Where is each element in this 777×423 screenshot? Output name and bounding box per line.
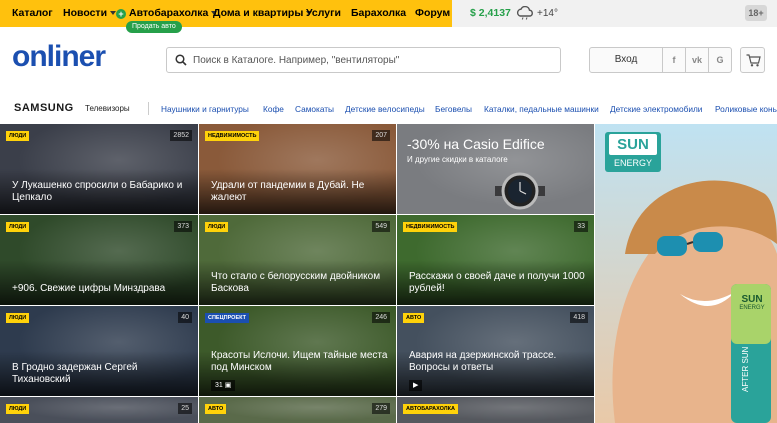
facebook-icon[interactable]: f [663, 47, 686, 73]
news-tile[interactable]: Недвижимость 207 Удрали от пандемии в Ду… [199, 124, 396, 214]
tile-tag[interactable]: Люди [6, 313, 30, 323]
pack-brand: SUN [741, 294, 763, 305]
comment-count: 279 [372, 403, 390, 414]
nav-forum[interactable]: Форум [415, 0, 450, 27]
tile-title[interactable]: Авария на дзержинской трассе. Вопросы и … [409, 350, 586, 374]
nav-autobaraholka-label: Автобарахолка [129, 7, 209, 19]
product-label: SUN ENERGY [736, 294, 768, 311]
nav-services[interactable]: Услуги [306, 0, 341, 27]
tile-tag[interactable]: Спецпроект [205, 313, 249, 323]
cloud-rain-icon[interactable] [516, 6, 535, 20]
tile-photo [199, 397, 396, 423]
nav-realty-label: Дома и квартиры [213, 7, 304, 19]
photo-count-badge: 31 ▣ [211, 380, 236, 391]
tile-tag[interactable]: Люди [6, 404, 30, 414]
news-tile[interactable]: Люди 25 [0, 397, 198, 423]
photo-count: 31 [215, 382, 223, 389]
tile-tag[interactable]: Авто [403, 313, 425, 323]
tile-tag[interactable]: Авто [205, 404, 227, 414]
tile-tag[interactable]: Недвижимость [403, 222, 458, 232]
login-button[interactable]: Вход [589, 47, 663, 73]
plus-icon: + [116, 9, 126, 19]
tile-title[interactable]: Красоты Ислочи. Ищем тайные места под Ми… [211, 350, 388, 374]
promo-subtitle: И другие скидки в каталоге [407, 155, 508, 164]
tile-tag[interactable]: Недвижимость [205, 131, 260, 141]
news-tile[interactable]: Недвижимость 33 Расскажи о своей даче и … [397, 215, 594, 305]
tile-title[interactable]: Удрали от пандемии в Дубай. Не жалеют [211, 180, 388, 204]
ad-brand-sub: ENERGY [613, 158, 652, 168]
search-box[interactable] [166, 47, 561, 73]
tile-title[interactable]: Расскажи о своей даче и получи 1000 рубл… [409, 271, 586, 295]
promo-title[interactable]: -30% на Casio Edifice [407, 136, 545, 152]
comment-count: 2852 [170, 130, 192, 141]
category-link[interactable]: Каталки, педальные машинки [484, 104, 599, 114]
sell-car-badge[interactable]: Продать авто [126, 21, 182, 33]
comment-count: 418 [570, 312, 588, 323]
nav-baraholka[interactable]: Барахолка [351, 0, 406, 27]
news-tile[interactable]: Авто 279 [199, 397, 396, 423]
search-input[interactable] [193, 51, 553, 69]
comment-count: 207 [372, 130, 390, 141]
pack-text: AFTER SUN [741, 346, 750, 392]
comment-count: 246 [372, 312, 390, 323]
category-link[interactable]: Кофе [263, 104, 284, 114]
news-tile[interactable]: Автобарахолка [397, 397, 594, 423]
tile-tag[interactable]: Люди [6, 222, 30, 232]
video-icon: ▶ [413, 382, 419, 389]
tile-tag[interactable]: Автобарахолка [403, 404, 458, 414]
age-badge: 18+ [745, 5, 767, 21]
comment-count: 40 [178, 312, 192, 323]
category-link[interactable]: Беговелы [435, 104, 472, 114]
google-icon[interactable]: G [709, 47, 732, 73]
comment-count: 33 [574, 221, 588, 232]
vk-icon[interactable]: vk [686, 47, 709, 73]
promo-tile[interactable]: -30% на Casio Edifice И другие скидки в … [397, 124, 594, 214]
news-tile[interactable]: Спецпроект 246 Красоты Ислочи. Ищем тайн… [199, 306, 396, 396]
tile-title[interactable]: В Гродно задержан Сергей Тихановский [12, 362, 190, 386]
news-tile[interactable]: Люди 373 +906. Свежие цифры Минздрава [0, 215, 198, 305]
cart-button[interactable] [740, 47, 765, 73]
search-icon [175, 54, 187, 66]
category-link[interactable]: Самокаты [295, 104, 334, 114]
comment-count: 25 [178, 403, 192, 414]
sun-energy-ad[interactable]: SUN ENERGY SUN ENERGY AFTER SUN [595, 124, 777, 423]
camera-icon: ▣ [224, 382, 232, 389]
category-link[interactable]: Детские велосипеды [345, 104, 425, 114]
category-link[interactable]: Наушники и гарнитуры [161, 104, 249, 114]
category-strip: SAMSUNG Телевизоры Наушники и гарнитуры … [0, 97, 777, 121]
tile-title[interactable]: +906. Свежие цифры Минздрава [12, 283, 190, 295]
tv-link[interactable]: Телевизоры [85, 104, 130, 113]
news-tile[interactable]: Люди 40 В Гродно задержан Сергей Тиханов… [0, 306, 198, 396]
nav-news-label: Новости [63, 7, 108, 19]
comment-count: 549 [372, 221, 390, 232]
cart-icon [746, 54, 761, 67]
news-tile[interactable]: Авто 418 Авария на дзержинской трассе. В… [397, 306, 594, 396]
category-link[interactable]: Детские электромобили [610, 104, 702, 114]
samsung-logo[interactable]: SAMSUNG [14, 102, 74, 114]
tile-tag[interactable]: Люди [6, 131, 30, 141]
nav-realty[interactable]: Дома и квартиры [213, 0, 313, 27]
pack-sub: ENERGY [739, 305, 765, 311]
tile-title[interactable]: Что стало с белорусским двойником Басков… [211, 271, 388, 295]
temperature[interactable]: +14° [537, 0, 558, 27]
sun-energy-logo: SUN ENERGY [605, 132, 661, 172]
nav-catalog[interactable]: Каталог [12, 0, 53, 27]
news-tile[interactable]: Люди 549 Что стало с белорусским двойник… [199, 215, 396, 305]
video-badge: ▶ [409, 380, 423, 391]
watch-image [495, 172, 545, 210]
divider [148, 102, 149, 115]
comment-count: 373 [174, 221, 192, 232]
site-logo[interactable]: onliner [12, 39, 106, 75]
tile-title[interactable]: У Лукашенко спросили о Бабарико и Цепкал… [12, 180, 190, 204]
tile-tag[interactable]: Люди [205, 222, 229, 232]
ad-brand: SUN [609, 134, 657, 155]
news-tile[interactable]: Люди 2852 У Лукашенко спросили о Бабарик… [0, 124, 198, 214]
tile-photo [0, 397, 198, 423]
nav-news[interactable]: Новости [63, 0, 117, 27]
currency-rate[interactable]: $ 2,4137 [470, 0, 511, 27]
category-link[interactable]: Роликовые коньки [715, 104, 777, 114]
